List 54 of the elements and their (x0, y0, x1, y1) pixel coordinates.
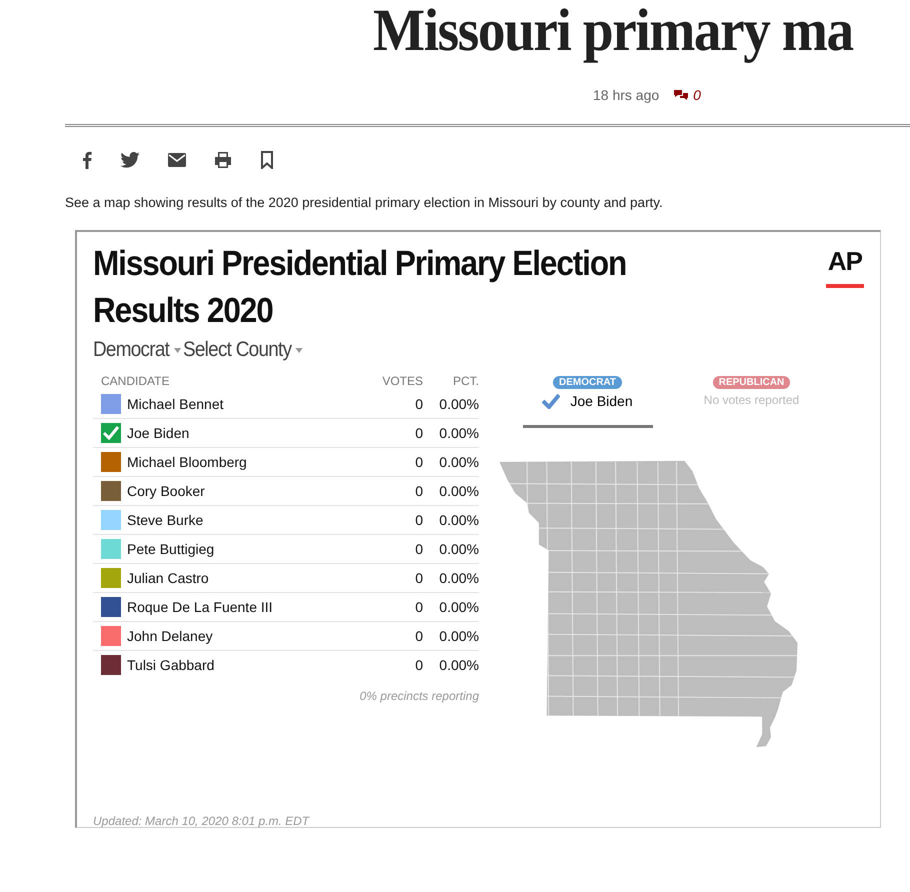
vote-percent: 0.00% (438, 512, 479, 528)
candidate-name: Cory Booker (127, 483, 206, 499)
timestamp: 18 hrs ago (593, 87, 660, 103)
candidate-name: Pete Buttigieg (127, 541, 216, 557)
vote-count: 0 (414, 657, 423, 673)
email-icon[interactable] (168, 153, 186, 167)
vote-count: 0 (414, 628, 423, 644)
vote-percent: 0.00% (438, 570, 479, 586)
comment-count[interactable]: 0 (693, 87, 701, 103)
column-header: CANDIDATE (101, 374, 170, 388)
party-tab[interactable]: DEMOCRAT Joe Biden (522, 370, 652, 428)
party-badge: REPUBLICAN (712, 376, 790, 389)
candidate-name: Steve Burke (127, 512, 204, 528)
vote-percent: 0.00% (438, 454, 479, 470)
winner-name: Joe Biden (570, 393, 633, 409)
vote-count: 0 (414, 541, 423, 557)
party-badge: DEMOCRAT (552, 376, 622, 389)
precincts-reporting: 0% precincts reporting (358, 689, 479, 703)
dropdown[interactable]: Select County (182, 338, 303, 362)
results-title: Missouri Presidential Primary Election Results 2020 (93, 243, 628, 332)
vote-percent: 0.00% (438, 628, 479, 644)
facebook-icon[interactable] (82, 151, 92, 169)
bookmark-icon[interactable] (260, 151, 274, 169)
updated-time: Updated: March 10, 2020 8:01 p.m. EDT (92, 813, 311, 828)
vote-count: 0 (414, 599, 423, 615)
vote-count: 0 (414, 483, 423, 499)
vote-percent: 0.00% (438, 425, 479, 441)
vote-count: 0 (414, 570, 423, 586)
candidate-name: Joe Biden (127, 425, 190, 441)
vote-count: 0 (414, 512, 423, 528)
article-summary: See a map showing results of the 2020 presidential primary election in Missouri by county and party. (65, 195, 664, 210)
vote-percent: 0.00% (438, 599, 479, 615)
vote-count: 0 (414, 396, 423, 412)
print-icon[interactable] (214, 151, 232, 169)
candidate-name: Roque De La Fuente III (127, 599, 274, 615)
comments-icon[interactable] (673, 89, 690, 101)
no-votes-note: No votes reported (704, 393, 800, 407)
check-icon (542, 393, 560, 409)
candidate-name: Tulsi Gabbard (127, 657, 216, 673)
twitter-icon[interactable] (120, 152, 140, 168)
dropdown[interactable]: Democrat (93, 338, 181, 362)
vote-count: 0 (414, 425, 423, 441)
candidate-name: Michael Bloomberg (127, 454, 248, 470)
candidate-name: John Delaney (127, 628, 214, 644)
candidate-name: Michael Bennet (127, 396, 225, 412)
ap-logo: AP (826, 246, 864, 288)
vote-percent: 0.00% (438, 396, 479, 412)
column-header: PCT. (452, 374, 479, 388)
vote-percent: 0.00% (438, 541, 479, 557)
vote-percent: 0.00% (438, 483, 479, 499)
column-header: VOTES (381, 374, 423, 388)
vote-percent: 0.00% (438, 657, 479, 673)
vote-count: 0 (414, 454, 423, 470)
candidate-name: Julian Castro (127, 570, 210, 586)
